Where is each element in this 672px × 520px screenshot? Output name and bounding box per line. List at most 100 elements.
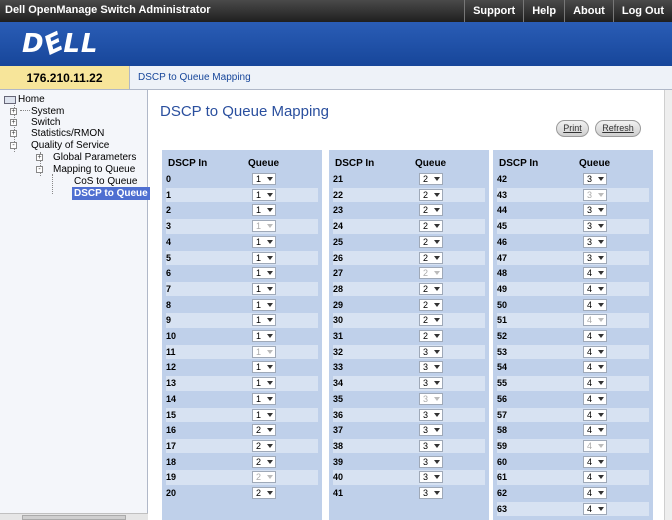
queue-select[interactable]: 4 [583, 471, 607, 484]
queue-select[interactable]: 4 [583, 345, 607, 358]
queue-select[interactable]: 3 [419, 487, 443, 499]
refresh-button[interactable]: Refresh [595, 120, 641, 137]
queue-select[interactable]: 1 [252, 314, 276, 327]
queue-select[interactable]: 3 [419, 408, 443, 421]
table-row: 61 4 [497, 470, 649, 485]
queue-select[interactable]: 4 [583, 361, 607, 374]
logout-link[interactable]: Log Out [612, 0, 672, 22]
device-ip: 176.210.11.22 [0, 66, 130, 90]
tree-item-dscp-to-queue[interactable]: DSCP to Queue [72, 187, 150, 200]
tree-item-system[interactable]: + System [10, 106, 64, 117]
queue-select[interactable]: 4 [583, 377, 607, 390]
queue-select[interactable]: 2 [419, 330, 443, 342]
queue-select[interactable]: 3 [419, 377, 443, 390]
queue-select[interactable]: 4 [583, 298, 607, 311]
collapse-icon[interactable]: - [10, 142, 17, 149]
queue-select[interactable]: 3 [419, 471, 443, 484]
queue-value: 2 [423, 299, 429, 310]
queue-select[interactable]: 2 [252, 455, 276, 468]
queue-select[interactable]: 4 [583, 330, 607, 342]
queue-select[interactable]: 4 [583, 408, 607, 421]
expand-icon[interactable]: + [10, 108, 17, 115]
queue-select[interactable]: 1 [252, 282, 276, 295]
chevron-down-icon [598, 224, 604, 229]
expand-icon[interactable]: + [36, 154, 43, 161]
queue-select[interactable]: 4 [583, 455, 607, 468]
chevron-down-icon [434, 365, 440, 370]
dscp-value: 45 [497, 221, 508, 232]
queue-select[interactable]: 2 [419, 188, 443, 201]
queue-select[interactable]: 1 [252, 173, 276, 185]
queue-select[interactable]: 4 [583, 424, 607, 437]
queue-select[interactable]: 2 [419, 220, 443, 233]
queue-select[interactable]: 3 [419, 439, 443, 452]
sidebar-horizontal-scrollbar[interactable] [0, 513, 148, 520]
queue-select[interactable]: 1 [252, 392, 276, 405]
chevron-down-icon [267, 365, 273, 370]
main-vertical-scrollbar[interactable] [664, 90, 672, 520]
queue-select[interactable]: 1 [252, 267, 276, 280]
queue-select[interactable]: 1 [252, 204, 276, 217]
queue-select[interactable]: 1 [252, 408, 276, 421]
tree-label: Switch [31, 117, 61, 128]
queue-select[interactable]: 4 [583, 502, 607, 515]
about-link[interactable]: About [564, 0, 613, 22]
dscp-value: 38 [333, 440, 344, 451]
table-row: 22 2 [333, 187, 485, 203]
chevron-down-icon [267, 491, 273, 495]
tree-item-global-parameters[interactable]: + Global Parameters [36, 152, 136, 163]
tree-item-switch[interactable]: + Switch [10, 117, 60, 128]
queue-select[interactable]: 2 [419, 314, 443, 327]
queue-select[interactable]: 3 [419, 424, 443, 437]
breadcrumb[interactable]: DSCP to Queue Mapping [138, 72, 251, 83]
queue-select[interactable]: 3 [583, 220, 607, 233]
queue-select[interactable]: 3 [583, 235, 607, 248]
queue-select[interactable]: 4 [583, 487, 607, 499]
queue-select[interactable]: 3 [583, 173, 607, 185]
expand-icon[interactable]: + [10, 130, 17, 137]
dscp-value: 30 [333, 315, 344, 326]
queue-select[interactable]: 3 [583, 204, 607, 217]
tree-item-statistics-rmon[interactable]: + Statistics/RMON [10, 128, 104, 139]
help-link[interactable]: Help [523, 0, 564, 22]
queue-select[interactable]: 3 [419, 345, 443, 358]
queue-select[interactable]: 2 [252, 487, 276, 499]
queue-select[interactable]: 4 [583, 392, 607, 405]
queue-select[interactable]: 1 [252, 251, 276, 264]
queue-value: 2 [256, 456, 262, 467]
queue-select[interactable]: 3 [583, 251, 607, 264]
queue-select[interactable]: 4 [583, 267, 607, 280]
table-row: 40 3 [333, 470, 485, 485]
queue-select[interactable]: 2 [419, 235, 443, 248]
queue-select[interactable]: 2 [252, 439, 276, 452]
dscp-value: 6 [166, 268, 172, 279]
table-row: 14 1 [166, 392, 318, 407]
collapse-icon[interactable]: - [36, 166, 43, 173]
scrollbar-thumb[interactable] [22, 515, 126, 520]
table-row: 28 2 [333, 281, 485, 297]
queue-select[interactable]: 1 [252, 188, 276, 201]
queue-select[interactable]: 3 [419, 361, 443, 374]
queue-select[interactable]: 1 [252, 330, 276, 342]
queue-select[interactable]: 2 [419, 298, 443, 311]
queue-select[interactable]: 2 [419, 282, 443, 295]
queue-select[interactable]: 1 [252, 361, 276, 374]
queue-select[interactable]: 2 [419, 251, 443, 264]
tree-item-cos-to-queue[interactable]: CoS to Queue [74, 176, 137, 187]
tree-item-mapping-to-queue[interactable]: - Mapping to Queue [36, 164, 135, 175]
print-button[interactable]: Print [556, 120, 589, 137]
tree-item-home[interactable]: Home [4, 94, 45, 105]
support-link[interactable]: Support [464, 0, 523, 22]
queue-select[interactable]: 2 [419, 173, 443, 185]
expand-icon[interactable]: + [10, 119, 17, 126]
queue-select[interactable]: 1 [252, 235, 276, 248]
queue-select[interactable]: 1 [252, 298, 276, 311]
tree-item-quality-of-service[interactable]: - Quality of Service [10, 140, 109, 151]
queue-select[interactable]: 1 [252, 377, 276, 390]
queue-select[interactable]: 2 [419, 204, 443, 217]
queue-select[interactable]: 2 [252, 424, 276, 437]
queue-select[interactable]: 3 [419, 455, 443, 468]
dscp-value: 55 [497, 378, 508, 389]
queue-select[interactable]: 4 [583, 282, 607, 295]
top-bar: Dell OpenManage Switch Administrator Sup… [0, 0, 672, 22]
